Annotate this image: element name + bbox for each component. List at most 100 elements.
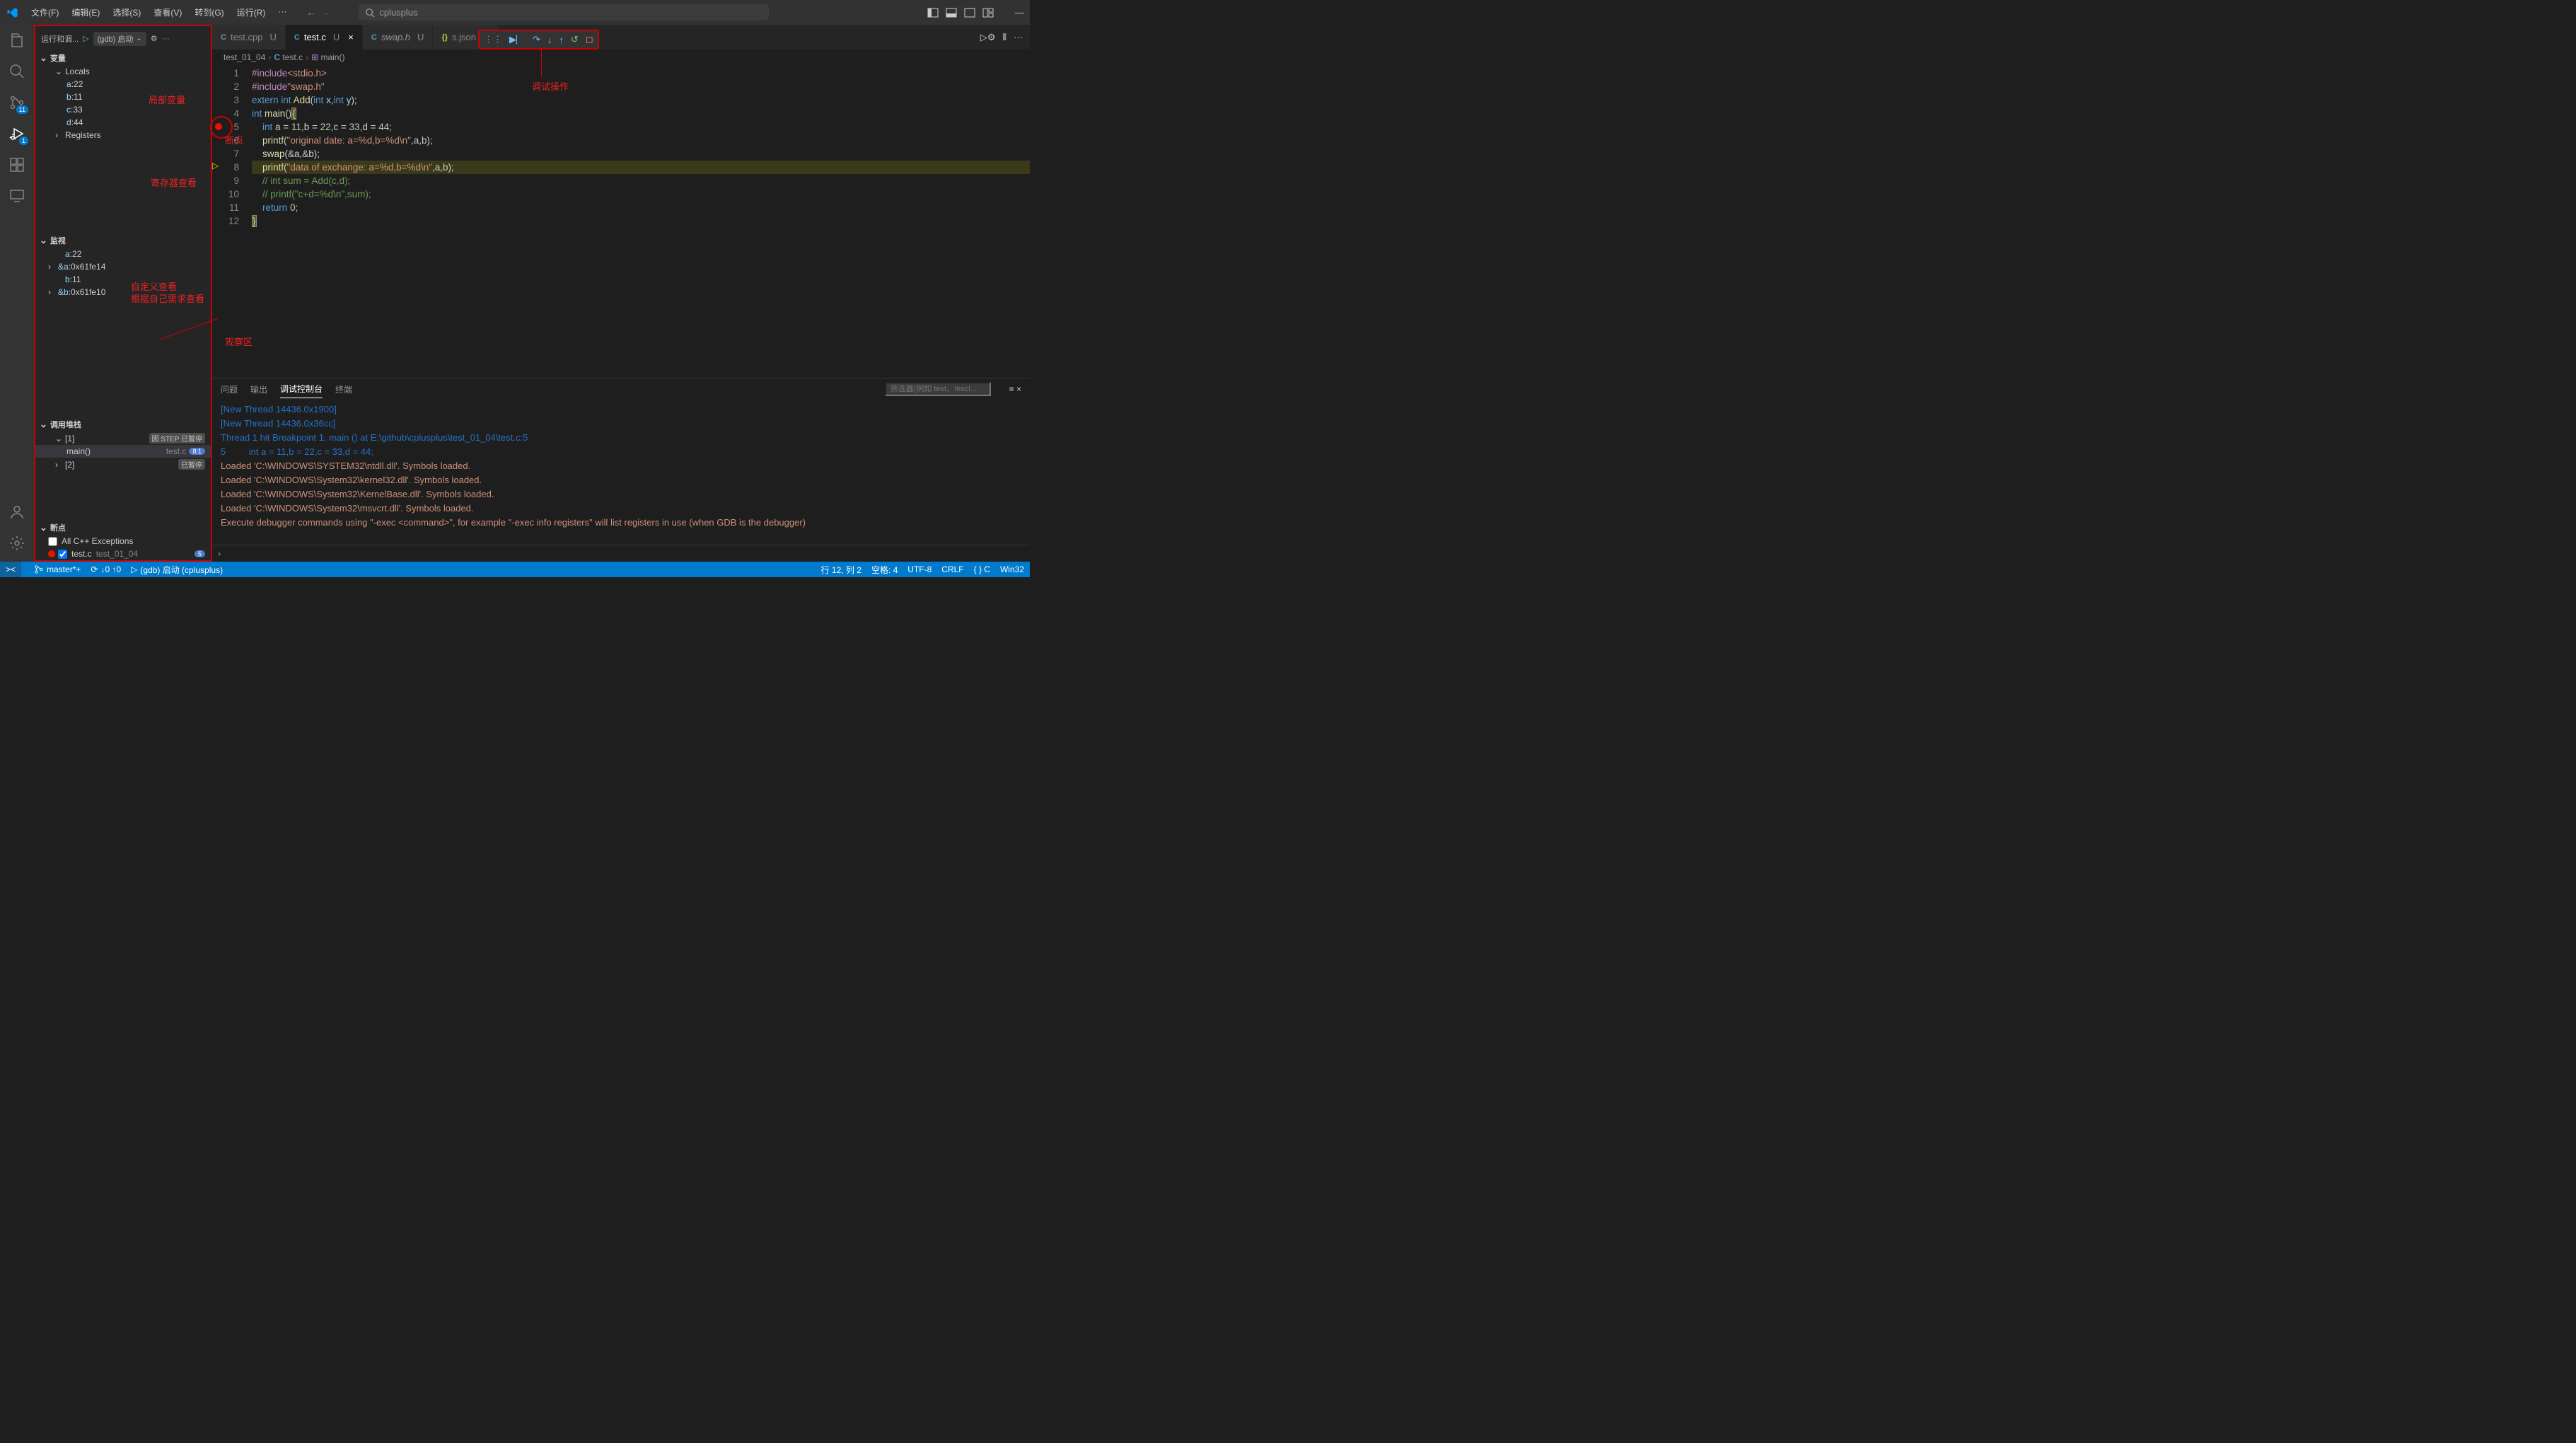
watch-item[interactable]: ›&b: 0x61fe10 [35, 286, 211, 299]
menu-item[interactable]: 查看(V) [148, 4, 187, 21]
watch-title[interactable]: ⌄监视 [35, 233, 211, 248]
watch-section: ⌄监视 a: 22›&a: 0x61fe14b: 11›&b: 0x61fe10 [35, 233, 211, 299]
code-editor[interactable]: 1234567▷89101112 #include<stdio.h>#inclu… [212, 65, 1030, 378]
breadcrumb-item[interactable]: ⊞ main() [311, 52, 344, 62]
sidebar-header: 运行和调... ▷ (gdb) 启动 ⌄ ⚙ ··· [35, 26, 211, 51]
step-into-icon[interactable]: ↓ [547, 35, 552, 45]
breadcrumb-item[interactable]: C test.c [274, 52, 303, 62]
run-icon[interactable]: ▷⚙ [980, 32, 996, 43]
breakpoints-title[interactable]: ⌄断点 [35, 521, 211, 535]
layout-custom-icon[interactable] [982, 7, 994, 18]
editor-area: Ctest.cppUCtest.cU×Cswap.hU{}s.jsonU▷⚙⫴·… [212, 25, 1030, 562]
remote-explorer-icon[interactable] [7, 186, 27, 206]
editor-tab[interactable]: Ctest.cU× [286, 25, 363, 50]
variable-item[interactable]: b: 11 [35, 91, 211, 103]
watch-item[interactable]: b: 11 [35, 273, 211, 286]
panel-filter-input[interactable] [885, 382, 991, 396]
stop-icon[interactable]: ◻ [586, 34, 593, 45]
minimize-button[interactable]: — [1015, 7, 1024, 18]
restart-icon[interactable]: ↺ [571, 34, 579, 45]
branch-status[interactable]: master*+ [34, 564, 81, 574]
menu-item[interactable]: 运行(R) [231, 4, 272, 21]
settings-icon[interactable] [7, 533, 27, 553]
code-body[interactable]: #include<stdio.h>#include"swap.h"extern … [252, 65, 1030, 378]
panel-tab[interactable]: 调试控制台 [280, 380, 323, 398]
variable-item[interactable]: c: 33 [35, 103, 211, 116]
nav-back[interactable]: ← [306, 7, 315, 18]
variable-item[interactable]: d: 44 [35, 116, 211, 129]
thread-2[interactable]: ›[2]已暂停 [35, 458, 211, 471]
panel-tab[interactable]: 终端 [335, 381, 352, 398]
explorer-icon[interactable] [7, 30, 27, 50]
nav-arrows: ← → [306, 7, 330, 18]
menu-item[interactable]: 文件(F) [25, 4, 64, 21]
debug-console-output[interactable]: [New Thread 14436.0x1900][New Thread 144… [212, 400, 1030, 545]
bp-check-excpp[interactable] [48, 537, 57, 546]
menu-item[interactable]: 选择(S) [107, 4, 146, 21]
layout-right-icon[interactable] [964, 7, 975, 18]
split-icon[interactable]: ⫴ [1003, 32, 1006, 43]
variables-section: ⌄变量 ⌄Locals a: 22b: 11c: 33d: 44 ›Regist… [35, 51, 211, 141]
debug-icon[interactable]: 1 [7, 124, 27, 144]
continue-icon[interactable]: ▶⎸ [509, 34, 526, 45]
panel-tab[interactable]: 问题 [221, 381, 238, 398]
scm-icon[interactable]: 11 [7, 93, 27, 112]
editor-tabs: Ctest.cppUCtest.cU×Cswap.hU{}s.jsonU▷⚙⫴·… [212, 25, 1030, 50]
layout-controls: — [927, 7, 1024, 18]
variables-title[interactable]: ⌄变量 [35, 51, 211, 65]
sync-status[interactable]: ⟳ ↓0 ↑0 [91, 564, 121, 574]
menu-item[interactable]: ··· [272, 4, 292, 21]
layout-bottom-icon[interactable] [946, 7, 957, 18]
layout-left-icon[interactable] [927, 7, 939, 18]
nav-fwd[interactable]: → [321, 7, 330, 18]
activity-bar: 11 1 [0, 25, 34, 562]
more-icon[interactable]: ··· [162, 35, 170, 43]
registers-node[interactable]: ›Registers [35, 129, 211, 141]
callstack-title[interactable]: ⌄调用堆栈 [35, 417, 211, 431]
debug-sidebar: 运行和调... ▷ (gdb) 启动 ⌄ ⚙ ··· ⌄变量 ⌄Locals a… [34, 25, 212, 562]
breadcrumb[interactable]: test_01_04›C test.c›⊞ main() [212, 50, 1030, 65]
bottom-panel: 问题输出调试控制台终端 ≡ × [New Thread 14436.0x1900… [212, 378, 1030, 562]
menu-item[interactable]: 转到(G) [189, 4, 229, 21]
callstack-section: ⌄调用堆栈 ⌄[1]因 STEP 已暂停 main()test.c8:1 ›[2… [35, 417, 211, 471]
command-center-text: cplusplus [379, 7, 417, 18]
remote-button[interactable]: >< [0, 562, 21, 577]
cursor-pos[interactable]: 行 12, 列 2 [821, 564, 861, 576]
frame-main[interactable]: main()test.c8:1 [35, 445, 211, 458]
menu-item[interactable]: 编辑(E) [66, 4, 105, 21]
command-center[interactable]: cplusplus [359, 4, 769, 21]
breadcrumb-item[interactable]: test_01_04 [224, 52, 265, 62]
panel-tab[interactable]: 输出 [250, 381, 267, 398]
watch-item[interactable]: ›&a: 0x61fe14 [35, 260, 211, 273]
search-icon[interactable] [7, 62, 27, 81]
debug-status[interactable]: ▷ (gdb) 启动 (cplusplus) [131, 564, 223, 576]
bp-file[interactable]: test.ctest_01_045 [35, 547, 211, 560]
step-over-icon[interactable]: ↷ [533, 34, 540, 45]
os-status[interactable]: Win32 [1000, 564, 1024, 576]
debug-config-dropdown[interactable]: (gdb) 启动 ⌄ [93, 32, 146, 46]
editor-tab[interactable]: Ctest.cppU [212, 25, 286, 50]
debug-toolbar[interactable]: ⋮⋮ ▶⎸ ↷ ↓ ↑ ↺ ◻ [478, 30, 599, 50]
gear-icon[interactable]: ⚙ [151, 34, 158, 43]
breakpoints-section: ⌄断点 All C++ Exceptions test.ctest_01_045 [35, 521, 211, 560]
eol-status[interactable]: CRLF [941, 564, 963, 576]
lang-status[interactable]: { } C [974, 564, 990, 576]
grip-icon[interactable]: ⋮⋮ [484, 34, 502, 45]
debug-console-input[interactable]: › [212, 545, 1030, 562]
step-out-icon[interactable]: ↑ [559, 35, 564, 45]
indent-status[interactable]: 空格: 4 [871, 564, 898, 576]
editor-tab[interactable]: Cswap.hU [363, 25, 434, 50]
account-icon[interactable] [7, 502, 27, 522]
bp-exceptions[interactable]: All C++ Exceptions [35, 535, 211, 547]
locals-node[interactable]: ⌄Locals [35, 65, 211, 78]
bp-check-file[interactable] [58, 550, 67, 559]
status-bar: >< master*+ ⟳ ↓0 ↑0 ▷ (gdb) 启动 (cplusplu… [0, 562, 1030, 577]
variable-item[interactable]: a: 22 [35, 78, 211, 91]
watch-item[interactable]: a: 22 [35, 248, 211, 260]
gutter[interactable]: 1234567▷89101112 [212, 65, 252, 378]
thread-1[interactable]: ⌄[1]因 STEP 已暂停 [35, 431, 211, 445]
encoding-status[interactable]: UTF-8 [907, 564, 932, 576]
extensions-icon[interactable] [7, 155, 27, 175]
more-icon[interactable]: ··· [1014, 32, 1023, 42]
start-debug-icon[interactable]: ▷ [83, 34, 88, 43]
